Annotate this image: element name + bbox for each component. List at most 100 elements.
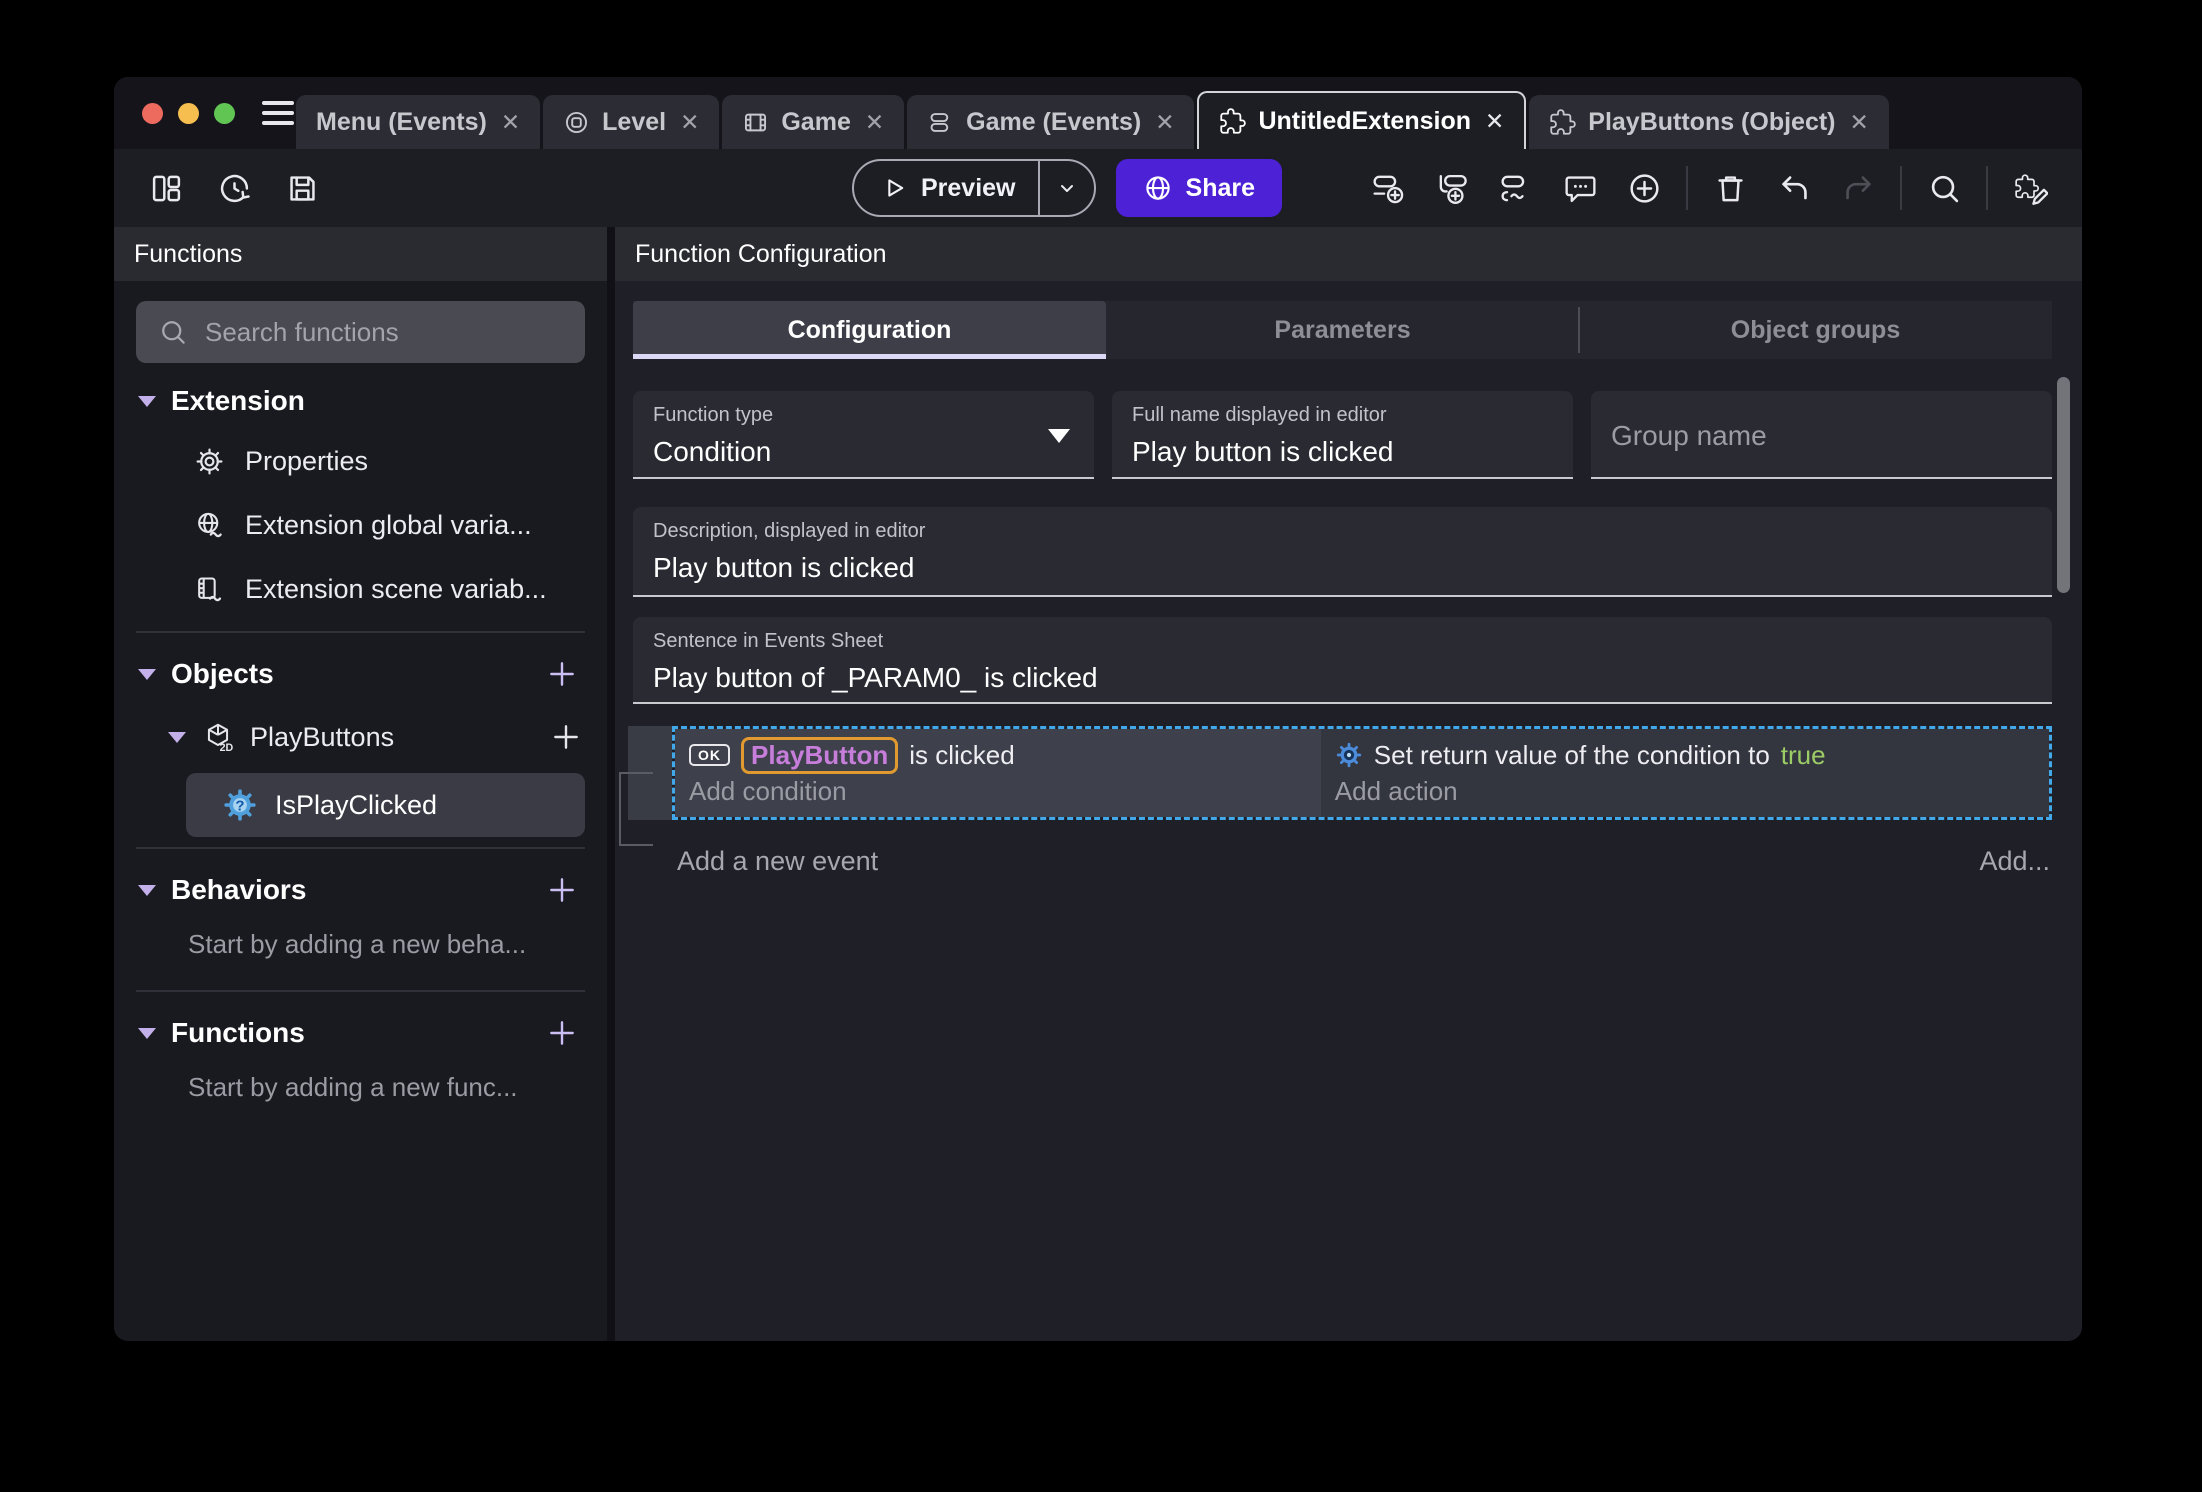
field-label: Function type: [653, 404, 774, 426]
tab-level[interactable]: Level ✕: [543, 95, 720, 149]
caret-down-icon[interactable]: [138, 1027, 156, 1039]
cube-2d-icon: [202, 721, 234, 753]
maximize-window-button[interactable]: [214, 102, 235, 124]
tab-playbuttons-object[interactable]: PlayButtons (Object) ✕: [1529, 95, 1889, 149]
close-icon[interactable]: ✕: [865, 109, 884, 136]
tab-game[interactable]: Game ✕: [722, 95, 905, 149]
sidebar-item-global-variables[interactable]: Extension global varia...: [136, 493, 585, 557]
form-row-top: Function type Condition Full name displa…: [633, 391, 2052, 479]
preview-split-button: Preview: [852, 159, 1096, 217]
history-button[interactable]: [212, 166, 256, 210]
selected-event[interactable]: OK PlayButton is clicked Add condition S…: [672, 726, 2052, 820]
full-name-field[interactable]: Full name displayed in editor Play butto…: [1112, 391, 1573, 479]
history-icon: [217, 171, 252, 206]
caret-down-icon[interactable]: [138, 668, 156, 680]
scrollbar-thumb[interactable]: [2057, 377, 2070, 593]
configuration-body: Configuration Parameters Object groups F…: [615, 281, 2082, 1341]
caret-down-icon[interactable]: [138, 395, 156, 407]
event-actions-cell[interactable]: Set return value of the condition to tru…: [1320, 729, 2049, 817]
add-subevent-icon: [1435, 171, 1470, 206]
sidebar-item-properties[interactable]: Properties: [136, 429, 585, 493]
configuration-tabs: Configuration Parameters Object groups: [633, 301, 2052, 359]
globe-variable-icon: [194, 510, 225, 541]
preview-options-button[interactable]: [1037, 161, 1094, 215]
tab-configuration[interactable]: Configuration: [633, 301, 1106, 359]
tab-object-groups[interactable]: Object groups: [1578, 301, 2052, 359]
minimize-window-button[interactable]: [178, 102, 199, 124]
toolbar-right-group: [1366, 166, 2052, 210]
sidebar-body: Extension Properties Extension global va…: [114, 281, 607, 1123]
add-event-button[interactable]: [1366, 166, 1410, 210]
objects-section-header[interactable]: Objects: [136, 643, 585, 705]
add-action-button[interactable]: Add action: [1335, 773, 2049, 809]
event-conditions-cell[interactable]: OK PlayButton is clicked Add condition: [675, 729, 1321, 817]
close-icon[interactable]: ✕: [1850, 109, 1869, 136]
sentence-field[interactable]: Sentence in Events Sheet Play button of …: [633, 617, 2052, 704]
behaviors-section: Behaviors Start by adding a new beha...: [136, 847, 585, 980]
section-label: Objects: [171, 658, 274, 689]
extension-section-header[interactable]: Extension: [136, 373, 585, 429]
circle-plus-button[interactable]: [1622, 166, 1666, 210]
add-condition-button[interactable]: Add condition: [689, 773, 1321, 809]
objects-section: Objects PlayButtons IsPlayClicked: [136, 631, 585, 837]
search-button[interactable]: [1922, 166, 1966, 210]
functions-section-header[interactable]: Functions: [136, 1002, 585, 1064]
trash-icon: [1713, 171, 1748, 206]
redo-button[interactable]: [1836, 166, 1880, 210]
sidebar-item-playbuttons[interactable]: PlayButtons: [136, 705, 585, 769]
add-object-button[interactable]: [543, 655, 581, 693]
tab-label: Game (Events): [966, 107, 1142, 136]
action-value[interactable]: true: [1781, 740, 1826, 771]
sidebar-item-isplayclicked[interactable]: IsPlayClicked: [186, 773, 585, 837]
game-icon: [742, 109, 769, 136]
section-label: Functions: [171, 1017, 305, 1048]
behaviors-section-header[interactable]: Behaviors: [136, 859, 585, 921]
toggle-panels-button[interactable]: [144, 166, 188, 210]
add-object-function-button[interactable]: [547, 718, 585, 756]
add-new-event-button[interactable]: Add a new event: [677, 846, 878, 877]
add-subevent-button[interactable]: [1430, 166, 1474, 210]
close-icon[interactable]: ✕: [1485, 108, 1504, 135]
main-menu-icon[interactable]: [262, 101, 294, 125]
save-button[interactable]: [280, 166, 324, 210]
edit-extension-button[interactable]: [2008, 166, 2052, 210]
close-icon[interactable]: ✕: [680, 109, 699, 136]
add-other-event-button[interactable]: [1494, 166, 1538, 210]
add-event-row: Add a new event Add...: [633, 846, 2052, 877]
action-row[interactable]: Set return value of the condition to tru…: [1335, 737, 2049, 773]
sidebar-header: Functions: [114, 227, 607, 281]
field-label: Description, displayed in editor: [653, 520, 926, 542]
delete-button[interactable]: [1708, 166, 1752, 210]
add-behavior-button[interactable]: [543, 871, 581, 909]
tab-menu-events[interactable]: Menu (Events) ✕: [296, 95, 541, 149]
caret-down-icon[interactable]: [138, 884, 156, 896]
search-functions-box[interactable]: [136, 301, 585, 363]
condition-row[interactable]: OK PlayButton is clicked: [689, 736, 1321, 774]
sidebar-item-scene-variables[interactable]: Extension scene variab...: [136, 557, 585, 621]
close-icon[interactable]: ✕: [501, 109, 520, 136]
function-configuration-panel: Function Configuration Configuration Par…: [615, 227, 2082, 1341]
condition-object-chip[interactable]: PlayButton: [741, 736, 899, 774]
function-type-select[interactable]: Function type Condition: [633, 391, 1094, 479]
tab-untitled-extension[interactable]: UntitledExtension ✕: [1197, 91, 1527, 149]
add-comment-button[interactable]: [1558, 166, 1602, 210]
add-event-icon: [1371, 171, 1406, 206]
group-name-field[interactable]: Group name: [1591, 391, 2052, 479]
search-functions-input[interactable]: [205, 316, 563, 348]
extension-icon: [1219, 108, 1246, 135]
tab-parameters[interactable]: Parameters: [1106, 301, 1579, 359]
redo-icon: [1841, 171, 1876, 206]
item-label: IsPlayClicked: [275, 789, 438, 820]
caret-down-icon[interactable]: [168, 731, 186, 743]
close-window-button[interactable]: [142, 102, 163, 124]
tab-game-events[interactable]: Game (Events) ✕: [907, 95, 1195, 149]
close-icon[interactable]: ✕: [1155, 109, 1174, 136]
add-more-button[interactable]: Add...: [1979, 846, 2052, 877]
undo-button[interactable]: [1772, 166, 1816, 210]
preview-button[interactable]: Preview: [854, 161, 1038, 215]
share-button[interactable]: Share: [1115, 159, 1282, 217]
tab-label: Level: [602, 107, 667, 136]
add-function-button[interactable]: [543, 1014, 581, 1052]
events-sheet: OK PlayButton is clicked Add condition S…: [619, 726, 2052, 877]
description-field[interactable]: Description, displayed in editor Play bu…: [633, 507, 2052, 597]
